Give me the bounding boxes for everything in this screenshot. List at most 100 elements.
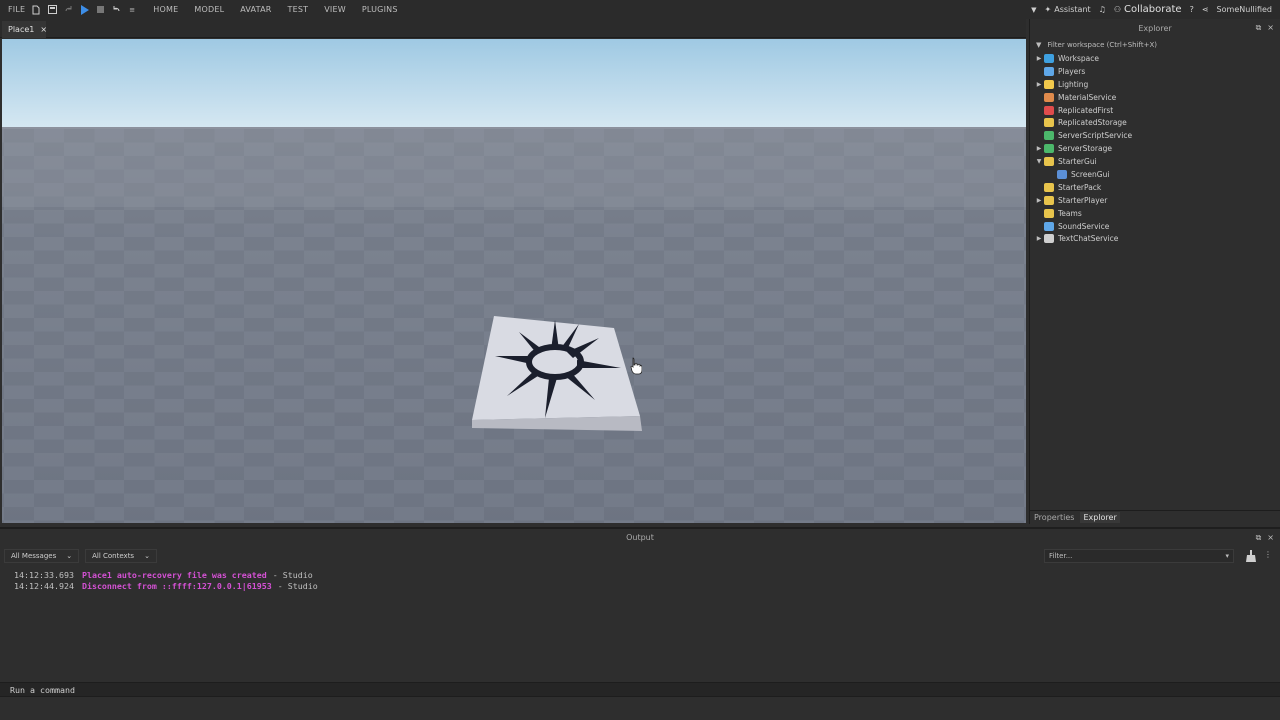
tree-item-label: ReplicatedFirst	[1058, 105, 1114, 115]
chevron-right-icon[interactable]: ▶	[1030, 81, 1044, 88]
chevron-down-icon[interactable]: ▼	[1031, 6, 1036, 14]
close-icon[interactable]: ×	[1267, 23, 1274, 33]
tree-item-workspace[interactable]: ▶ Workspace	[1030, 52, 1280, 65]
stop-icon[interactable]	[95, 5, 105, 15]
viewport-3d[interactable]	[2, 39, 1026, 523]
context-filter-dropdown[interactable]: All Contexts ⌄	[85, 549, 157, 563]
folder-icon	[1044, 157, 1054, 167]
lightbulb-icon	[1044, 79, 1054, 89]
chevron-down-icon: ⌄	[144, 552, 150, 560]
tree-item-label: Players	[1058, 66, 1086, 76]
chevron-right-icon[interactable]: ▶	[1030, 235, 1044, 242]
chevron-right-icon[interactable]: ▶	[1030, 145, 1044, 152]
tree-item-label: TextChatService	[1058, 234, 1119, 244]
tree-item-label: Teams	[1058, 208, 1082, 218]
output-filter-input[interactable]: Filter... ▾	[1044, 549, 1234, 563]
chevron-right-icon[interactable]: ▶	[1030, 55, 1044, 62]
tree-item-replicatedfirst[interactable]: ReplicatedFirst	[1030, 104, 1280, 117]
tree-item-serverscriptservice[interactable]: ServerScriptService	[1030, 129, 1280, 142]
players-icon	[1044, 66, 1054, 76]
tree-item-textchatservice[interactable]: ▶ TextChatService	[1030, 232, 1280, 245]
tree-item-replicatedstorage[interactable]: ReplicatedStorage	[1030, 116, 1280, 129]
folder-icon	[1044, 208, 1054, 218]
tree-item-label: StarterGui	[1058, 157, 1097, 167]
play-icon[interactable]	[79, 4, 89, 15]
globe-icon	[1044, 53, 1054, 63]
folder-icon	[1044, 195, 1054, 205]
tree-item-serverstorage[interactable]: ▶ ServerStorage	[1030, 142, 1280, 155]
menubar: FILE ≡ HOME MODEL AVATAR TEST VIEW PLUGI…	[0, 0, 1280, 19]
more-icon[interactable]: ≡	[127, 5, 137, 15]
server-script-icon	[1044, 131, 1054, 141]
tab-test[interactable]: TEST	[288, 5, 309, 14]
replicated-first-icon	[1044, 105, 1054, 115]
chevron-down-icon[interactable]: ▼	[1030, 158, 1044, 165]
tree-item-label: Workspace	[1058, 53, 1099, 63]
tree-item-soundservice[interactable]: SoundService	[1030, 220, 1280, 233]
collaborate-button[interactable]: ⚇ Collaborate	[1114, 4, 1182, 15]
tab-properties[interactable]: Properties	[1034, 513, 1074, 522]
tree-item-label: ReplicatedStorage	[1058, 118, 1127, 128]
explorer-filter-input[interactable]: Filter workspace (Ctrl+Shift+X)	[1047, 41, 1157, 49]
explorer-panel: Explorer ⧉ × ▼ Filter workspace (Ctrl+Shi…	[1029, 19, 1280, 524]
tab-explorer[interactable]: Explorer	[1080, 512, 1120, 523]
message-filter-dropdown[interactable]: All Messages ⌄	[4, 549, 80, 563]
hand-cursor-icon	[630, 357, 642, 375]
chat-icon	[1044, 234, 1054, 244]
tab-avatar[interactable]: AVATAR	[240, 5, 271, 14]
command-bar[interactable]: Run a command	[0, 682, 1280, 697]
document-tab-label: Place1	[8, 25, 35, 34]
close-icon[interactable]: ×	[1267, 533, 1274, 543]
replicated-storage-icon	[1044, 118, 1054, 128]
assistant-button[interactable]: ✦ Assistant	[1045, 5, 1091, 14]
tab-view[interactable]: VIEW	[324, 5, 346, 14]
popout-icon[interactable]: ⧉	[1256, 23, 1262, 33]
user-name[interactable]: SomeNullified	[1217, 5, 1272, 14]
new-file-icon[interactable]	[31, 5, 41, 15]
chevron-down-icon: ▾	[1225, 552, 1229, 560]
filter-icon: ▼	[1036, 40, 1042, 49]
document-tab-place1[interactable]: Place1 ×	[2, 21, 47, 38]
tree-item-starterplayer[interactable]: ▶ StarterPlayer	[1030, 194, 1280, 207]
tree-item-starterpack[interactable]: StarterPack	[1030, 181, 1280, 194]
clear-output-icon[interactable]	[1246, 550, 1256, 562]
undo-icon[interactable]	[111, 5, 121, 15]
tree-item-label: StarterPack	[1058, 182, 1102, 192]
tree-item-startergui[interactable]: ▼ StarterGui	[1030, 155, 1280, 168]
tree-item-label: Lighting	[1058, 79, 1089, 89]
help-icon[interactable]: ?	[1190, 5, 1194, 14]
popout-icon[interactable]: ⧉	[1256, 533, 1262, 543]
tab-home[interactable]: HOME	[153, 5, 178, 14]
tree-item-lighting[interactable]: ▶ Lighting	[1030, 78, 1280, 91]
log-message: Place1 auto-recovery file was created	[81, 570, 267, 580]
document-tabbar: Place1 ×	[0, 19, 1026, 38]
server-storage-icon	[1044, 144, 1054, 154]
save-icon[interactable]	[47, 5, 57, 15]
close-icon[interactable]: ×	[40, 25, 47, 34]
panel-tabs: Properties Explorer	[1030, 510, 1280, 524]
tree-item-label: ScreenGui	[1071, 169, 1110, 179]
tree-item-teams[interactable]: Teams	[1030, 207, 1280, 220]
tree-item-materialservice[interactable]: MaterialService	[1030, 91, 1280, 104]
log-timestamp: 14:12:33.693	[14, 570, 74, 580]
tree-item-label: StarterPlayer	[1058, 195, 1108, 205]
sparkle-icon: ✦	[1044, 5, 1052, 14]
tree-item-players[interactable]: Players	[1030, 65, 1280, 78]
collaborate-icon: ⚇	[1113, 5, 1122, 14]
command-input[interactable]: Run a command	[10, 685, 75, 695]
file-menu[interactable]: FILE	[8, 5, 25, 14]
share-icon[interactable]: ⋖	[1202, 5, 1209, 14]
more-options-icon[interactable]: ⋮	[1264, 550, 1272, 559]
redo-icon[interactable]	[63, 5, 73, 15]
tree-item-screengui[interactable]: ScreenGui	[1030, 168, 1280, 181]
chevron-right-icon[interactable]: ▶	[1030, 197, 1044, 204]
tab-model[interactable]: MODEL	[194, 5, 224, 14]
tab-plugins[interactable]: PLUGINS	[362, 5, 398, 14]
bell-icon[interactable]: ♫	[1099, 5, 1106, 14]
output-log: 14:12:33.693 Place1 auto-recovery file wa…	[0, 566, 1280, 595]
explorer-filter[interactable]: ▼ Filter workspace (Ctrl+Shift+X)	[1030, 38, 1280, 51]
material-icon	[1044, 92, 1054, 102]
tree-item-label: SoundService	[1058, 221, 1110, 231]
scene-render	[2, 39, 1026, 523]
tree-item-label: ServerStorage	[1058, 144, 1112, 154]
